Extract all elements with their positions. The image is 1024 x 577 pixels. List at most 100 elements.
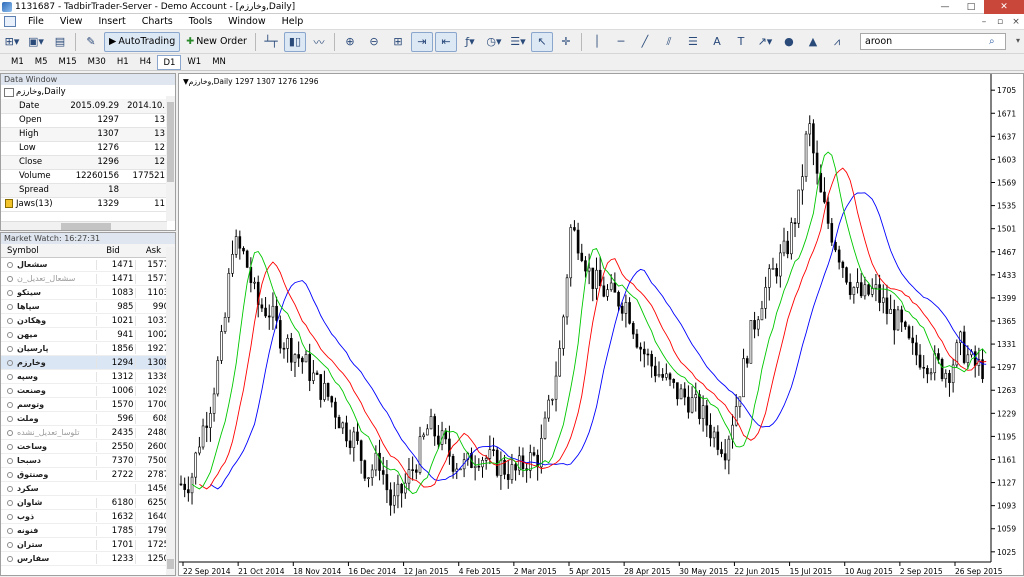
market-watch-row[interactable]: سفارس 1233 1250 — [1, 552, 175, 566]
menu-view[interactable]: View — [52, 14, 91, 30]
timeframe-m15[interactable]: M15 — [54, 55, 82, 70]
market-watch-row[interactable]: وصنعت 1006 1029 — [1, 384, 175, 398]
market-watch-row[interactable]: وساخت 2550 2600 — [1, 440, 175, 454]
vertical-line-icon[interactable]: │ — [586, 32, 608, 52]
elliott-icon[interactable]: ▲ — [802, 32, 824, 52]
horizontal-line-icon[interactable]: ─ — [610, 32, 632, 52]
templates-icon[interactable]: ☰▾ — [507, 32, 529, 52]
toolbar-chevron-icon[interactable]: ▾ — [1016, 36, 1020, 45]
maximize-button[interactable]: □ — [958, 0, 984, 14]
search-icon[interactable]: ⌕ — [989, 36, 995, 47]
time-tick-label: 18 Nov 2014 — [293, 567, 341, 576]
market-watch-row[interactable]: ستران 1701 1725 — [1, 538, 175, 552]
market-watch-row[interactable]: میهن 941 1002 — [1, 328, 175, 342]
zoom-out-icon[interactable]: ⊖ — [363, 32, 385, 52]
candle-body — [606, 289, 609, 297]
fibonacci-icon[interactable]: ☰ — [682, 32, 704, 52]
bar-chart-icon[interactable]: ┴┬ — [260, 32, 282, 52]
text-label-icon[interactable]: T — [730, 32, 752, 52]
zoom-in-icon[interactable]: ⊕ — [339, 32, 361, 52]
market-watch-row[interactable]: ذوب 1632 1640 — [1, 510, 175, 524]
trendline-icon[interactable]: ╱ — [634, 32, 656, 52]
mdi-restore-button[interactable]: ▫ — [992, 17, 1008, 27]
arrow-icon[interactable]: ↗▾ — [754, 32, 776, 52]
menu-window[interactable]: Window — [220, 14, 273, 30]
gann-icon[interactable]: ⩘ — [826, 32, 848, 52]
candle-body — [918, 354, 922, 368]
menu-help[interactable]: Help — [274, 14, 312, 30]
autoscroll-icon[interactable]: ⇥ — [410, 31, 433, 52]
data-window-vertical-scrollbar[interactable] — [166, 96, 175, 221]
market-watch-row[interactable]: وملت 596 608 — [1, 412, 175, 426]
new-order-button[interactable]: ✚ New Order — [182, 32, 251, 52]
column-bid[interactable]: Bid — [93, 246, 133, 256]
autotrading-button[interactable]: ▶ AutoTrading — [104, 31, 181, 52]
market-watch-row[interactable]: دسبحا 7370 7500 — [1, 454, 175, 468]
channel-icon[interactable]: ⫽ — [658, 32, 680, 52]
chart-shift-icon[interactable]: ⇤ — [434, 31, 457, 52]
timeframe-m30[interactable]: M30 — [83, 55, 111, 70]
search-input[interactable] — [861, 36, 989, 47]
profiles-icon[interactable]: ▣▾ — [25, 32, 47, 52]
timeframe-w1[interactable]: W1 — [182, 55, 206, 70]
candle-body — [859, 282, 863, 297]
timeframe-m5[interactable]: M5 — [30, 55, 53, 70]
search-field[interactable]: ⌕ — [860, 33, 1006, 50]
market-watch-row[interactable]: سکرد 1456 — [1, 482, 175, 496]
candle-body — [308, 354, 311, 381]
candle-body — [966, 354, 970, 363]
mdi-minimize-button[interactable]: – — [976, 17, 992, 27]
market-watch-row[interactable]: سیتکو 1083 1103 — [1, 286, 175, 300]
symbol-status-icon — [7, 499, 13, 506]
market-watch-scrollbar[interactable] — [166, 247, 175, 575]
candlestick-icon[interactable]: ▮▯ — [283, 31, 306, 52]
new-chart-icon[interactable]: ⊞▾ — [1, 32, 23, 52]
timeframe-d1[interactable]: D1 — [157, 54, 182, 70]
indicators-icon[interactable]: ƒ▾ — [459, 32, 481, 52]
timeframe-h4[interactable]: H4 — [135, 55, 157, 70]
candle-body — [234, 236, 238, 255]
crosshair-icon[interactable]: ✛ — [555, 32, 577, 52]
market-watch-row[interactable]: وسپه 1312 1338 — [1, 370, 175, 384]
menu-file[interactable]: File — [20, 14, 52, 30]
column-symbol[interactable]: Symbol — [1, 246, 93, 256]
line-chart-icon[interactable]: 〰 — [308, 32, 330, 52]
timeframe-mn[interactable]: MN — [207, 55, 231, 70]
data-window-row-label: Close — [1, 155, 65, 170]
market-watch-row[interactable]: شاوان 6180 6250 — [1, 496, 175, 510]
market-watch-row[interactable]: وخارزم 1294 1308 — [1, 356, 175, 370]
shapes-icon[interactable]: ● — [778, 32, 800, 52]
timeframe-m1[interactable]: M1 — [6, 55, 29, 70]
periods-icon[interactable]: ◷▾ — [483, 32, 505, 52]
market-watch-row[interactable]: وهکادن 1021 1031 — [1, 314, 175, 328]
market-watch-row[interactable]: تلوسا_تعدیل_نشده 2435 2480 — [1, 426, 175, 440]
tile-icon[interactable]: ⊞ — [387, 32, 409, 52]
timeframe-h1[interactable]: H1 — [112, 55, 134, 70]
menu-insert[interactable]: Insert — [90, 14, 133, 30]
chart-window[interactable]: 1705 1671 1637 1603 1569 1535 1501 1467 1433 1399… — [178, 73, 1024, 576]
minimize-button[interactable]: — — [932, 0, 958, 14]
candle-body — [437, 435, 440, 445]
close-button[interactable]: ✕ — [984, 0, 1024, 14]
market-watch-row[interactable]: فنونه 1785 1790 — [1, 524, 175, 538]
market-watch-row[interactable]: پارسیان 1856 1927 — [1, 342, 175, 356]
price-tick-label: 1297 — [997, 363, 1016, 372]
menu-tools[interactable]: Tools — [181, 14, 220, 30]
data-window-horizontal-scrollbar[interactable] — [1, 221, 167, 230]
market-watch-row[interactable]: وصنتوق 2722 2787 — [1, 468, 175, 482]
market-watch-row[interactable]: وتوسم 1570 1700 — [1, 398, 175, 412]
mdi-close-button[interactable]: × — [1008, 17, 1024, 27]
cursor-icon[interactable]: ↖ — [530, 31, 553, 52]
expert-icon[interactable]: ✎ — [80, 32, 102, 52]
market-watch-icon[interactable]: ▤ — [49, 32, 71, 52]
market-watch-row[interactable]: سشعال 1471 1577 — [1, 258, 175, 272]
column-ask[interactable]: Ask — [133, 246, 167, 256]
market-watch-row[interactable]: سشعال_تعدیل_ن 1471 1577 — [1, 272, 175, 286]
text-icon[interactable]: A — [706, 32, 728, 52]
market-watch-row[interactable]: سپاها 985 990 — [1, 300, 175, 314]
candle-body — [304, 354, 308, 363]
menu-charts[interactable]: Charts — [134, 14, 181, 30]
price-chart[interactable]: 1705 1671 1637 1603 1569 1535 1501 1467 1433 1399… — [179, 74, 1024, 577]
candle-body — [889, 309, 892, 314]
chart-document-icon[interactable] — [4, 16, 16, 27]
